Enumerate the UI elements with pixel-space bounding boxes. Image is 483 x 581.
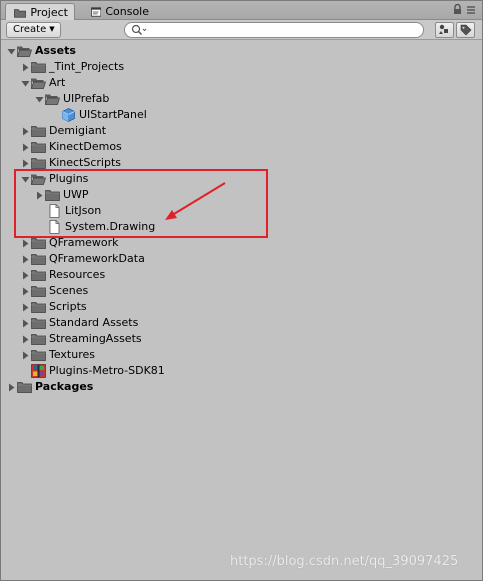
tree-item-label: QFrameworkData	[49, 252, 145, 265]
folder-icon	[31, 270, 46, 281]
filter-by-type-button[interactable]	[435, 22, 454, 38]
dropdown-caret-icon: ▼	[49, 25, 55, 33]
tree-item-qframeworkdata[interactable]: QFrameworkData	[19, 251, 145, 267]
collapse-arrow-icon[interactable]	[19, 315, 31, 331]
folder-open-icon	[17, 46, 32, 57]
tree-item-resources[interactable]: Resources	[19, 267, 105, 283]
search-field[interactable]	[124, 22, 424, 38]
tree-item-label: Textures	[49, 348, 95, 361]
tree-item-textures[interactable]: Textures	[19, 347, 95, 363]
tree-item-label: Scripts	[49, 300, 87, 313]
tree-item-label: Art	[49, 76, 66, 89]
tree-item-uistartpanel[interactable]: UIStartPanel	[61, 107, 147, 123]
collapse-arrow-icon[interactable]	[19, 331, 31, 347]
unity-package-icon	[31, 364, 46, 378]
tree-item-label: Plugins-Metro-SDK81	[49, 364, 165, 377]
tree-item-label: UIStartPanel	[79, 108, 147, 121]
tree-item-kinectdemos[interactable]: KinectDemos	[19, 139, 122, 155]
expand-arrow-icon[interactable]	[5, 43, 17, 59]
collapse-arrow-icon[interactable]	[19, 251, 31, 267]
folder-icon	[31, 254, 46, 265]
folder-open-icon	[31, 78, 46, 89]
create-button-label: Create	[13, 24, 47, 35]
filter-by-label-icon	[460, 24, 472, 36]
create-button[interactable]: Create ▼	[6, 22, 61, 38]
tree-item-demigiant[interactable]: Demigiant	[19, 123, 106, 139]
tree-item-label: Scenes	[49, 284, 89, 297]
folder-icon	[31, 350, 46, 361]
project-window: Project Console Create ▼ Assets _Tint_Pr…	[0, 0, 483, 581]
folder-open-icon	[45, 94, 60, 105]
collapse-arrow-icon[interactable]	[5, 379, 17, 395]
tree-item-tint-projects[interactable]: _Tint_Projects	[19, 59, 124, 75]
collapse-arrow-icon[interactable]	[19, 299, 31, 315]
tree-item-label: Standard Assets	[49, 316, 139, 329]
tab-project-label: Project	[30, 6, 68, 19]
folder-icon	[31, 142, 46, 153]
tab-bar: Project Console	[1, 1, 482, 21]
tree-item-label: _Tint_Projects	[49, 60, 125, 73]
folder-icon	[31, 238, 46, 249]
tree-item-plugins-metro-sdk81[interactable]: Plugins-Metro-SDK81	[31, 363, 165, 379]
tree-item-streamingassets[interactable]: StreamingAssets	[19, 331, 142, 347]
project-toolbar: Create ▼	[1, 20, 482, 40]
filter-by-label-button[interactable]	[456, 22, 475, 38]
prefab-cube-icon	[62, 108, 75, 122]
collapse-arrow-icon[interactable]	[19, 139, 31, 155]
folder-icon	[17, 382, 32, 393]
collapse-arrow-icon[interactable]	[19, 267, 31, 283]
tab-console-label: Console	[105, 5, 149, 18]
collapse-arrow-icon[interactable]	[19, 347, 31, 363]
tree-item-standard-assets[interactable]: Standard Assets	[19, 315, 138, 331]
tree-item-scenes[interactable]: Scenes	[19, 283, 88, 299]
expand-arrow-icon[interactable]	[33, 91, 45, 107]
folder-icon	[14, 8, 27, 18]
tree-item-label: Demigiant	[49, 124, 107, 137]
tree-item-assets[interactable]: Assets	[5, 43, 76, 59]
filter-by-type-icon	[439, 24, 448, 34]
collapse-arrow-icon[interactable]	[19, 59, 31, 75]
tree-item-label: Packages	[35, 380, 94, 393]
tab-project[interactable]: Project	[5, 3, 75, 21]
lock-icon[interactable]	[453, 4, 462, 15]
folder-icon	[31, 286, 46, 297]
search-icon	[131, 24, 147, 35]
folder-icon	[31, 62, 46, 73]
tree-item-label: Assets	[35, 44, 76, 57]
folder-icon	[31, 334, 46, 345]
tree-item-art[interactable]: Art	[19, 75, 65, 91]
tree-item-label: UIPrefab	[63, 92, 110, 105]
tree-item-scripts[interactable]: Scripts	[19, 299, 87, 315]
tab-console[interactable]: Console	[83, 3, 155, 20]
expand-arrow-icon[interactable]	[19, 75, 31, 91]
folder-icon	[31, 318, 46, 329]
folder-icon	[31, 126, 46, 137]
folder-icon	[31, 158, 46, 169]
folder-icon	[31, 302, 46, 313]
tree-item-label: Resources	[49, 268, 106, 281]
console-icon	[91, 6, 102, 17]
menu-icon[interactable]	[466, 5, 476, 15]
annotation-arrow-icon	[165, 182, 226, 220]
tree-item-packages[interactable]: Packages	[5, 379, 93, 395]
collapse-arrow-icon[interactable]	[19, 283, 31, 299]
collapse-arrow-icon[interactable]	[19, 123, 31, 139]
watermark-text: https://blog.csdn.net/qq_39097425	[230, 554, 459, 569]
tree-item-uiprefab[interactable]: UIPrefab	[33, 91, 109, 107]
tree-item-label: StreamingAssets	[49, 332, 142, 345]
tree-item-label: KinectDemos	[49, 140, 122, 153]
